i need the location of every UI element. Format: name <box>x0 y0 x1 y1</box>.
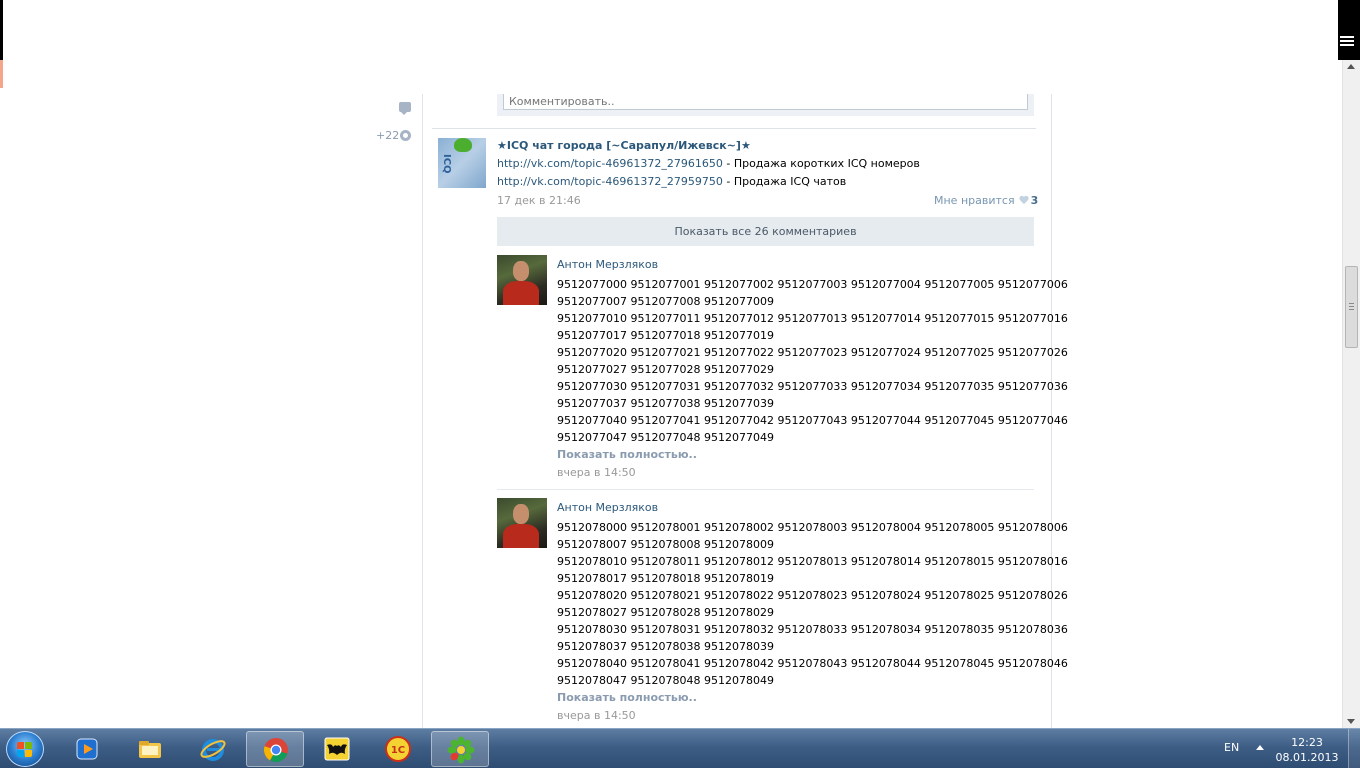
comment-text-line: 9512078047 9512078048 9512078049 <box>557 674 774 687</box>
comment-text-line: 9512078000 9512078001 9512078002 9512078… <box>557 521 1068 534</box>
comment-box <box>497 94 1034 116</box>
comment-text-line: 9512077030 9512077031 9512077032 9512077… <box>557 380 1068 393</box>
post-text-line: http://vk.com/topic-46961372_27961650 - … <box>497 157 920 170</box>
comment-text-line: 9512078017 9512078018 9512078019 <box>557 572 774 585</box>
right-window-edge <box>1338 0 1360 60</box>
show-all-comments-button[interactable]: Показать все 26 комментариев <box>497 217 1034 246</box>
clock[interactable]: 12:23 08.01.2013 <box>1270 735 1344 765</box>
comment-text: 9512077000 9512077001 9512077002 9512077… <box>557 276 1068 446</box>
start-button[interactable] <box>6 731 44 767</box>
comment-text-line: 9512078020 9512078021 9512078022 9512078… <box>557 589 1068 602</box>
show-full-link[interactable]: Показать полностью.. <box>557 448 697 461</box>
group-avatar-logo-icon: ICQ <box>441 154 452 174</box>
post-text-line: http://vk.com/topic-46961372_27959750 - … <box>497 175 846 188</box>
comment-text-line: 9512078030 9512078031 9512078032 9512078… <box>557 623 1068 636</box>
1c-label: 1С <box>391 745 405 756</box>
comment-text-line: 9512077040 9512077041 9512077042 9512077… <box>557 414 1068 427</box>
comment-text-line: 9512077020 9512077021 9512077022 9512077… <box>557 346 1068 359</box>
taskbar-media-player[interactable] <box>58 731 116 767</box>
left-window-edge-accent <box>0 60 3 88</box>
clock-time: 12:23 <box>1291 736 1323 749</box>
comment-text-line: 9512078037 9512078038 9512078039 <box>557 640 774 653</box>
comment-text: 9512078000 9512078001 9512078002 9512078… <box>557 519 1068 689</box>
topic-link[interactable]: http://vk.com/topic-46961372_27961650 <box>497 157 723 170</box>
like-count: 3 <box>1030 194 1039 207</box>
comment-text-line: 9512078007 9512078008 9512078009 <box>557 538 774 551</box>
heart-icon <box>1019 196 1029 205</box>
comment-date[interactable]: вчера в 14:50 <box>557 709 636 722</box>
comment-text-line: 9512077037 9512077038 9512077039 <box>557 397 774 410</box>
comment-item: Антон Мерзляков 9512077000 9512077001 95… <box>497 255 1068 490</box>
taskbar-file-explorer[interactable] <box>121 731 179 767</box>
show-full-link[interactable]: Показать полностью.. <box>557 691 697 704</box>
comment-text-line: 9512077027 9512077028 9512077029 <box>557 363 774 376</box>
post-date[interactable]: 17 дек в 21:46 <box>497 194 581 207</box>
scrollbar-thumb[interactable] <box>1345 266 1358 348</box>
comment-text-line: 9512078010 9512078011 9512078012 9512078… <box>557 555 1068 568</box>
icq-icon <box>447 736 475 764</box>
chrome-icon <box>264 738 288 762</box>
browser-top-area <box>0 0 1340 94</box>
show-desktop-button[interactable] <box>1348 729 1360 768</box>
taskbar-icq[interactable] <box>431 731 489 767</box>
post-text: - Продажа ICQ чатов <box>722 175 847 188</box>
scroll-down-arrow-icon[interactable] <box>1347 719 1355 724</box>
comment-text-line: 9512077000 9512077001 9512077002 9512077… <box>557 278 1068 291</box>
file-explorer-icon <box>139 741 161 758</box>
taskbar-1c[interactable]: 1С <box>369 731 427 767</box>
comment-icon[interactable] <box>399 102 411 115</box>
group-avatar[interactable]: ICQ <box>438 138 486 188</box>
taskbar: 1С EN 12:23 08.01.2013 <box>0 728 1360 768</box>
comment-text-line: 9512078027 9512078028 9512078029 <box>557 606 774 619</box>
vertical-scrollbar[interactable] <box>1342 60 1360 728</box>
topic-link[interactable]: http://vk.com/topic-46961372_27959750 <box>497 175 723 188</box>
post-title[interactable]: ★ICQ чат города [~Сарапул/Ижевск~]★ <box>497 139 751 152</box>
scrollbar-grip-icon <box>1349 303 1354 310</box>
windows-media-player-icon <box>76 738 98 760</box>
clock-date: 08.01.2013 <box>1275 751 1339 764</box>
comment-text-line: 9512078040 9512078041 9512078042 9512078… <box>557 657 1068 670</box>
post-rating: +22 <box>376 129 400 142</box>
like-label: Мне нравится <box>934 194 1015 207</box>
taskbar-the-bat[interactable] <box>308 731 366 767</box>
comment-divider <box>497 489 1034 490</box>
icq-flower-icon <box>454 138 472 152</box>
scroll-up-arrow-icon[interactable] <box>1347 64 1355 69</box>
comment-text-line: 9512077017 9512077018 9512077019 <box>557 329 774 342</box>
comment-input[interactable] <box>503 94 1028 110</box>
the-bat-icon <box>324 737 350 761</box>
menu-icon[interactable] <box>1340 36 1354 50</box>
like-button[interactable]: Мне нравится 3 <box>934 194 1038 207</box>
tray-expand-icon[interactable] <box>1256 745 1264 750</box>
gear-icon[interactable] <box>400 130 411 141</box>
comment-item: Антон Мерзляков 9512078000 9512078001 95… <box>497 498 1068 728</box>
avatar[interactable] <box>497 498 547 548</box>
left-window-edge <box>0 0 3 60</box>
1c-icon: 1С <box>385 736 411 762</box>
comment-date[interactable]: вчера в 14:50 <box>557 466 636 479</box>
language-indicator[interactable]: EN <box>1224 741 1239 754</box>
avatar[interactable] <box>497 255 547 305</box>
post-divider <box>432 128 1036 129</box>
windows-logo-icon <box>17 742 33 757</box>
comment-text-line: 9512077010 9512077011 9512077012 9512077… <box>557 312 1068 325</box>
internet-explorer-icon <box>200 739 226 761</box>
comment-text-line: 9512077047 9512077048 9512077049 <box>557 431 774 444</box>
taskbar-internet-explorer[interactable] <box>184 731 242 767</box>
taskbar-chrome[interactable] <box>246 731 304 767</box>
comment-author[interactable]: Антон Мерзляков <box>557 501 658 514</box>
comment-text-line: 9512077007 9512077008 9512077009 <box>557 295 774 308</box>
post-text: - Продажа коротких ICQ номеров <box>722 157 920 170</box>
comment-author[interactable]: Антон Мерзляков <box>557 258 658 271</box>
